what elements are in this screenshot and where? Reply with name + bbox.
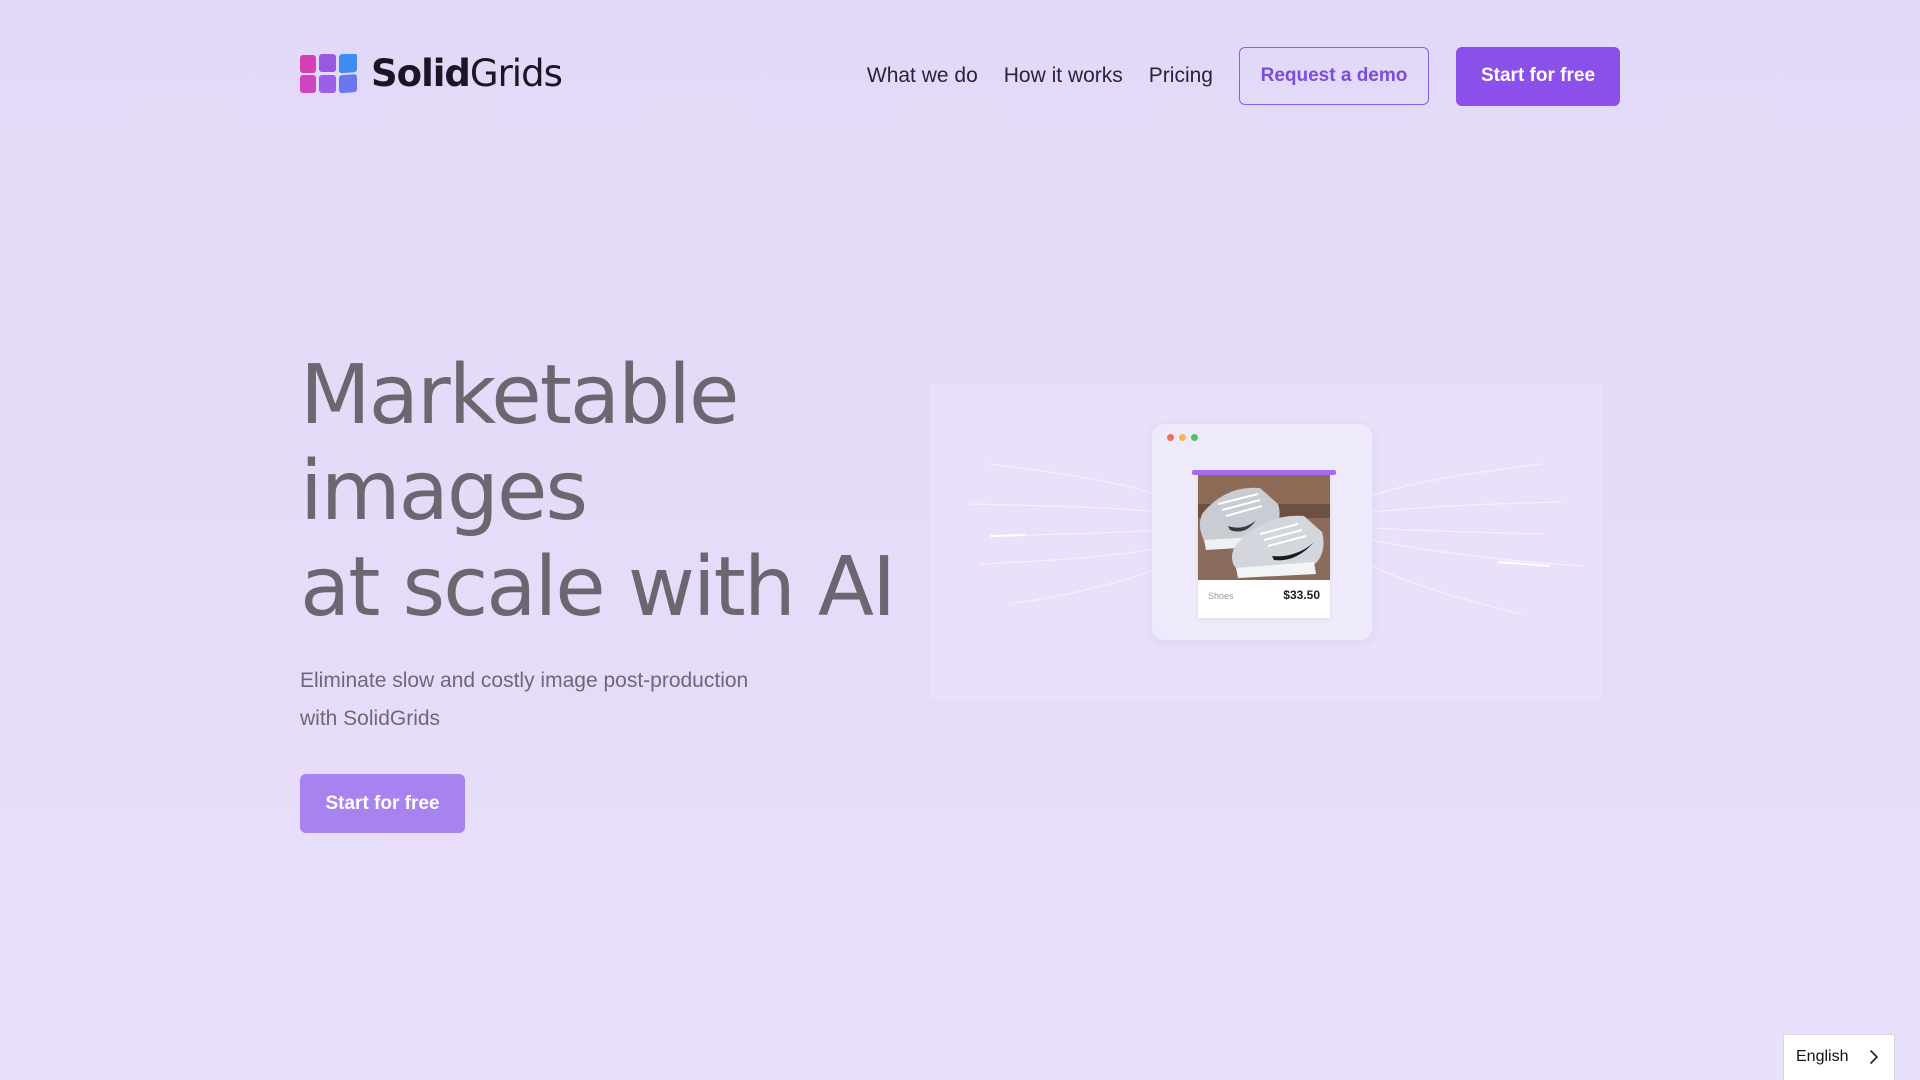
product-category-label: Shoes [1208,591,1234,601]
product-card: Shoes $33.50 [1198,474,1330,618]
hero-title-line-3: at scale with AI [300,540,896,635]
window-maximize-dot-icon [1191,434,1198,441]
product-price: $33.50 [1283,588,1320,602]
logo-wordmark-bold: Solid [371,52,471,95]
language-label: English [1796,1048,1849,1065]
hero-title-line-2: images [300,444,588,539]
browser-window-mockup: Shoes $33.50 [1152,424,1372,640]
nav-link-how-it-works[interactable]: How it works [1004,64,1123,88]
language-selector[interactable]: English [1783,1034,1895,1080]
sneakers-product-image [1198,474,1330,580]
logo-grid-icon [300,53,357,93]
request-demo-button[interactable]: Request a demo [1239,47,1429,105]
logo-wordmark-light: Grids [469,52,563,95]
scan-progress-bar [1192,470,1336,475]
product-illustration: Shoes $33.50 [930,384,1602,700]
hero-title-line-1: Marketable [300,348,739,443]
nav-start-free-button[interactable]: Start for free [1456,46,1620,106]
hero-subtitle-line-1: Eliminate slow and costly image post-pro… [300,669,749,692]
window-minimize-dot-icon [1179,434,1186,441]
chevron-right-icon [1870,1050,1878,1064]
main-nav: What we do How it works Pricing Request … [867,46,1620,106]
nav-link-what-we-do[interactable]: What we do [867,64,978,88]
site-header: SolidGrids What we do How it works Prici… [300,46,1620,106]
brand-logo[interactable]: SolidGrids [300,52,563,95]
hero-start-free-button[interactable]: Start for free [300,774,465,833]
hero-title: Marketable images at scale with AI [300,348,920,636]
page: SolidGrids What we do How it works Prici… [0,0,1920,1080]
window-close-dot-icon [1167,434,1174,441]
logo-wordmark: SolidGrids [371,52,563,95]
hero-subtitle: Eliminate slow and costly image post-pro… [300,662,800,738]
hero-subtitle-line-2: with SolidGrids [300,707,441,730]
nav-link-pricing[interactable]: Pricing [1149,64,1213,88]
